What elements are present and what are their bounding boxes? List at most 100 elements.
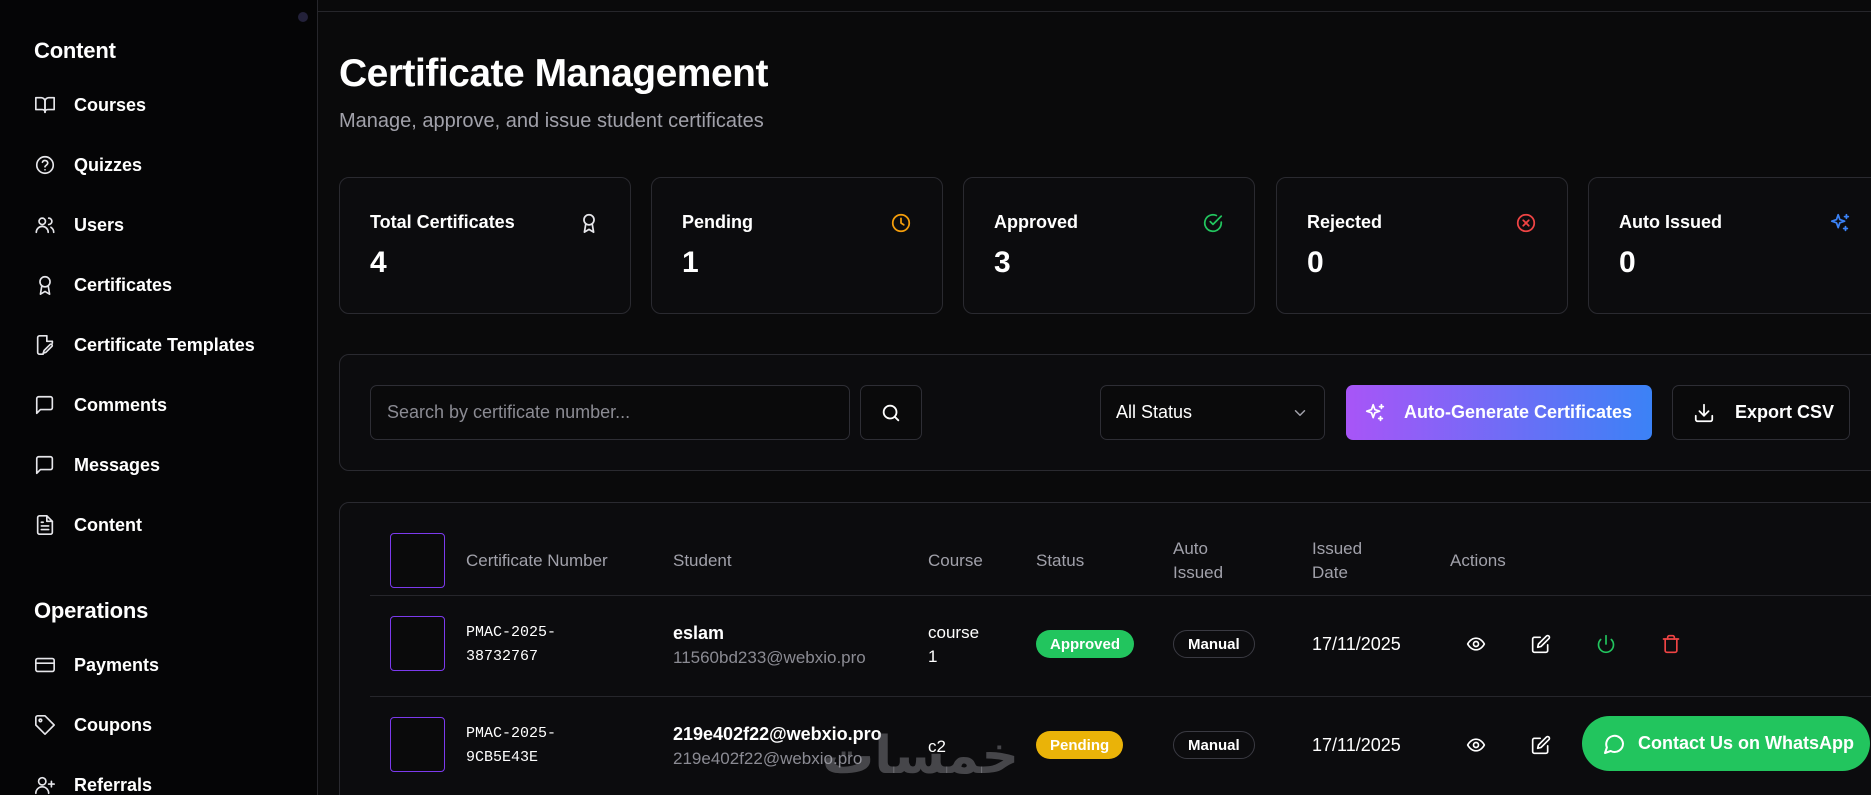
sidebar-item-payments[interactable]: Payments bbox=[34, 647, 159, 683]
sidebar-item-label: Certificate Templates bbox=[74, 334, 255, 355]
stat-card-total: Total Certificates 4 bbox=[339, 177, 631, 314]
award-icon bbox=[583, 213, 595, 234]
sidebar-item-referrals[interactable]: Referrals bbox=[34, 767, 152, 795]
issued-date: 17/11/2025 bbox=[1312, 735, 1401, 755]
message-circle-icon bbox=[1604, 734, 1625, 754]
select-all-checkbox[interactable] bbox=[390, 533, 445, 588]
column-header-course[interactable]: Course bbox=[928, 549, 983, 573]
stat-value: 0 bbox=[1619, 246, 1636, 279]
search-button[interactable] bbox=[860, 385, 922, 440]
whatsapp-contact-button[interactable]: Contact Us on WhatsApp bbox=[1582, 716, 1870, 771]
sidebar-item-messages[interactable]: Messages bbox=[34, 447, 160, 483]
row-checkbox[interactable] bbox=[390, 616, 445, 671]
row-divider bbox=[370, 696, 1871, 697]
status-filter-value: All Status bbox=[1116, 402, 1193, 422]
sidebar-item-label: Referrals bbox=[74, 774, 153, 795]
column-header-issued-date[interactable]: Issued Date bbox=[1312, 537, 1362, 585]
auto-generate-button[interactable]: Auto-Generate Certificates bbox=[1346, 385, 1652, 440]
sidebar-item-certificates[interactable]: Certificates bbox=[34, 267, 172, 303]
whatsapp-label: Contact Us on WhatsApp bbox=[1638, 733, 1854, 753]
header-divider bbox=[318, 11, 1871, 12]
column-header-certificate-number[interactable]: Certificate Number bbox=[466, 549, 608, 573]
sparkles-icon bbox=[1830, 213, 1850, 232]
search-input[interactable] bbox=[370, 385, 850, 440]
student-name: eslam bbox=[673, 623, 725, 643]
file-edit-icon bbox=[36, 335, 54, 355]
stat-label: Total Certificates bbox=[370, 212, 515, 232]
export-csv-button[interactable]: Export CSV bbox=[1672, 385, 1850, 440]
stat-label: Auto Issued bbox=[1619, 212, 1723, 232]
auto-issued-badge: Manual bbox=[1173, 630, 1255, 658]
column-header-student[interactable]: Student bbox=[673, 549, 732, 573]
column-header-status[interactable]: Status bbox=[1036, 549, 1084, 573]
user-plus-icon bbox=[35, 776, 55, 795]
message-square-icon bbox=[35, 455, 54, 475]
search-icon bbox=[882, 404, 900, 421]
auto-generate-label: Auto-Generate Certificates bbox=[1404, 402, 1633, 422]
sidebar-item-quizzes[interactable]: Quizzes bbox=[34, 147, 142, 183]
watermark-logo: خمسات bbox=[822, 726, 1020, 786]
sidebar-section-content: Content bbox=[34, 38, 116, 63]
sidebar-section-operations: Operations bbox=[34, 598, 149, 623]
row-checkbox[interactable] bbox=[390, 717, 445, 772]
sidebar-item-label: Coupons bbox=[74, 714, 152, 735]
help-circle-icon bbox=[35, 155, 55, 175]
book-icon bbox=[35, 96, 55, 114]
edit-button[interactable] bbox=[1524, 627, 1558, 661]
edit-button[interactable] bbox=[1524, 728, 1558, 762]
stat-card-approved: Approved 3 bbox=[963, 177, 1255, 314]
check-circle-icon bbox=[1203, 213, 1223, 233]
sidebar-item-courses[interactable]: Courses bbox=[34, 87, 146, 123]
status-badge: Approved bbox=[1036, 630, 1135, 658]
row-divider bbox=[370, 595, 1871, 596]
sidebar-item-users[interactable]: Users bbox=[34, 207, 124, 243]
sidebar-item-coupons[interactable]: Coupons bbox=[34, 707, 152, 743]
view-button[interactable] bbox=[1459, 728, 1493, 762]
stat-label: Approved bbox=[994, 212, 1079, 232]
stat-value: 1 bbox=[682, 246, 699, 279]
sidebar-item-certificate-templates[interactable]: Certificate Templates bbox=[34, 327, 255, 363]
stat-card-auto-issued: Auto Issued 0 bbox=[1588, 177, 1871, 314]
sidebar-item-label: Messages bbox=[74, 454, 161, 475]
issued-date: 17/11/2025 bbox=[1312, 634, 1401, 654]
auto-issued-badge: Manual bbox=[1173, 731, 1255, 759]
tag-icon bbox=[35, 715, 55, 735]
sidebar-item-label: Payments bbox=[74, 654, 160, 675]
page-title: Certificate Management bbox=[339, 52, 768, 95]
sparkles-icon bbox=[1365, 403, 1385, 421]
sidebar-item-comments[interactable]: Comments bbox=[34, 387, 167, 423]
stat-card-pending: Pending 1 bbox=[651, 177, 943, 314]
sidebar-item-label: Users bbox=[74, 214, 125, 235]
x-circle-icon bbox=[1516, 213, 1536, 233]
power-icon bbox=[1597, 634, 1615, 654]
column-header-actions: Actions bbox=[1450, 551, 1506, 570]
delete-button[interactable] bbox=[1654, 627, 1688, 661]
course-name: course 1 bbox=[928, 623, 980, 666]
toggle-issue-button[interactable] bbox=[1589, 627, 1623, 661]
sidebar-item-label: Comments bbox=[74, 394, 168, 415]
stat-value: 0 bbox=[1307, 246, 1324, 279]
download-icon bbox=[1694, 403, 1714, 422]
credit-card-icon bbox=[35, 657, 55, 673]
stat-label: Rejected bbox=[1307, 212, 1383, 232]
status-filter-select[interactable]: All Status bbox=[1100, 385, 1325, 440]
eye-icon bbox=[1466, 738, 1486, 752]
filter-toolbar: All Status Auto-Generate Certificates Ex… bbox=[339, 354, 1871, 471]
sidebar-item-label: Courses bbox=[74, 94, 147, 115]
student-email: 11560bd233@webxio.pro bbox=[673, 648, 866, 667]
sidebar-item-label: Certificates bbox=[74, 274, 173, 295]
eye-icon bbox=[1466, 637, 1486, 651]
export-csv-label: Export CSV bbox=[1735, 402, 1835, 422]
status-badge: Pending bbox=[1036, 731, 1124, 759]
sidebar-item-content[interactable]: Content bbox=[34, 507, 142, 543]
edit-icon bbox=[1531, 634, 1551, 654]
scrollbar-thumb[interactable] bbox=[298, 12, 308, 22]
sidebar: Content Courses Quizzes Users Certificat… bbox=[0, 0, 318, 795]
stat-card-rejected: Rejected 0 bbox=[1276, 177, 1568, 314]
column-header-auto-issued[interactable]: Auto Issued bbox=[1173, 537, 1223, 585]
stat-value: 3 bbox=[994, 246, 1011, 279]
view-button[interactable] bbox=[1459, 627, 1493, 661]
app-root: Content Courses Quizzes Users Certificat… bbox=[0, 0, 1871, 795]
stat-label: Pending bbox=[682, 212, 753, 232]
message-square-icon bbox=[35, 395, 54, 415]
